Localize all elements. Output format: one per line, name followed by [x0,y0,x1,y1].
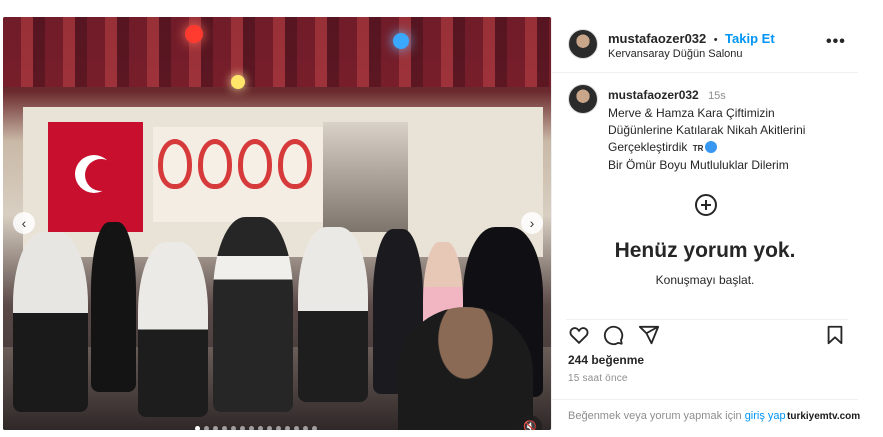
banner-emblem [198,139,232,189]
post-header: mustafaozer032 • Takip Et Kervansaray Dü… [552,17,858,73]
action-bar [566,319,848,346]
carousel-dot [267,426,272,430]
more-horizontal-icon[interactable]: ••• [826,33,846,51]
wall-portrait [323,122,408,232]
carousel-dot [258,426,263,430]
carousel-indicator [195,426,317,430]
login-prompt: Beğenmek veya yorum yapmak için giriş ya… [568,410,786,422]
carousel-dot [195,426,200,430]
dancer [13,232,88,412]
carousel-dot [303,426,308,430]
flag-crescent-cut [85,159,117,191]
tr-flag-text: TR [692,144,704,153]
bookmark-icon[interactable] [824,324,846,346]
carousel-dot [240,426,245,430]
banner-emblem [158,139,192,189]
caption: mustafaozer032 15s Merve & Hamza Kara Çi… [608,87,848,174]
carousel-dot [249,426,254,430]
instagram-post-embed: ‹ › 🔇 mustafaozer032 • Takip Et Kervansa… [0,0,883,437]
avatar[interactable] [568,29,598,59]
carousel-dot [276,426,281,430]
header-user-row: mustafaozer032 • Takip Et [608,30,775,48]
guest [91,222,136,392]
login-prompt-text: Beğenmek veya yorum yapmak için [568,410,745,422]
dancer [213,217,293,412]
post-timestamp: 15 saat önce [568,373,628,384]
caption-username[interactable]: mustafaozer032 [608,88,699,102]
foreground-child [398,307,533,430]
caption-line: Bir Ömür Boyu Mutluluklar Dilerim [608,158,789,172]
caption-line: Gerçekleştirdik [608,140,688,154]
dancer [298,227,368,402]
banner-emblem [278,139,312,189]
carousel-dot [222,426,227,430]
dancer [138,242,208,417]
heart-icon[interactable] [568,324,590,346]
username-link[interactable]: mustafaozer032 [608,31,706,46]
caption-time: 15s [708,90,726,102]
turkey-flag-emoji-icon [705,141,718,153]
stage-curtain [3,17,551,87]
separator-dot: • [713,34,718,46]
stage-light [393,33,409,49]
banner-emblem [238,139,272,189]
watermark: turkiyemtv.com [785,411,863,422]
post-media[interactable]: ‹ › 🔇 [3,17,551,430]
next-arrow-icon[interactable]: › [521,212,543,234]
share-icon[interactable] [638,324,660,346]
previous-arrow-icon[interactable]: ‹ [13,212,35,234]
add-comment-icon[interactable] [695,194,717,216]
caption-line: Düğünlerine Katılarak Nikah Akitlerini [608,123,806,137]
post-sidebar: mustafaozer032 • Takip Et Kervansaray Dü… [551,17,858,430]
carousel-dot [294,426,299,430]
caption-line: Merve & Hamza Kara Çiftimizin [608,106,775,120]
carousel-dot [213,426,218,430]
carousel-dot [204,426,209,430]
stage-light [231,75,245,89]
carousel-dot [231,426,236,430]
login-link[interactable]: giriş yap [745,410,786,422]
stage-light [185,25,203,43]
caption-avatar[interactable] [568,84,598,114]
carousel-dot [285,426,290,430]
start-conversation-text[interactable]: Konuşmayı başlat. [552,273,858,287]
comment-icon[interactable] [602,324,624,346]
carousel-dot [312,426,317,430]
follow-button[interactable]: Takip Et [725,31,775,46]
no-comments-title: Henüz yorum yok. [614,239,796,262]
likes-count[interactable]: 244 beğenme [568,353,644,367]
location-link[interactable]: Kervansaray Düğün Salonu [608,48,743,60]
